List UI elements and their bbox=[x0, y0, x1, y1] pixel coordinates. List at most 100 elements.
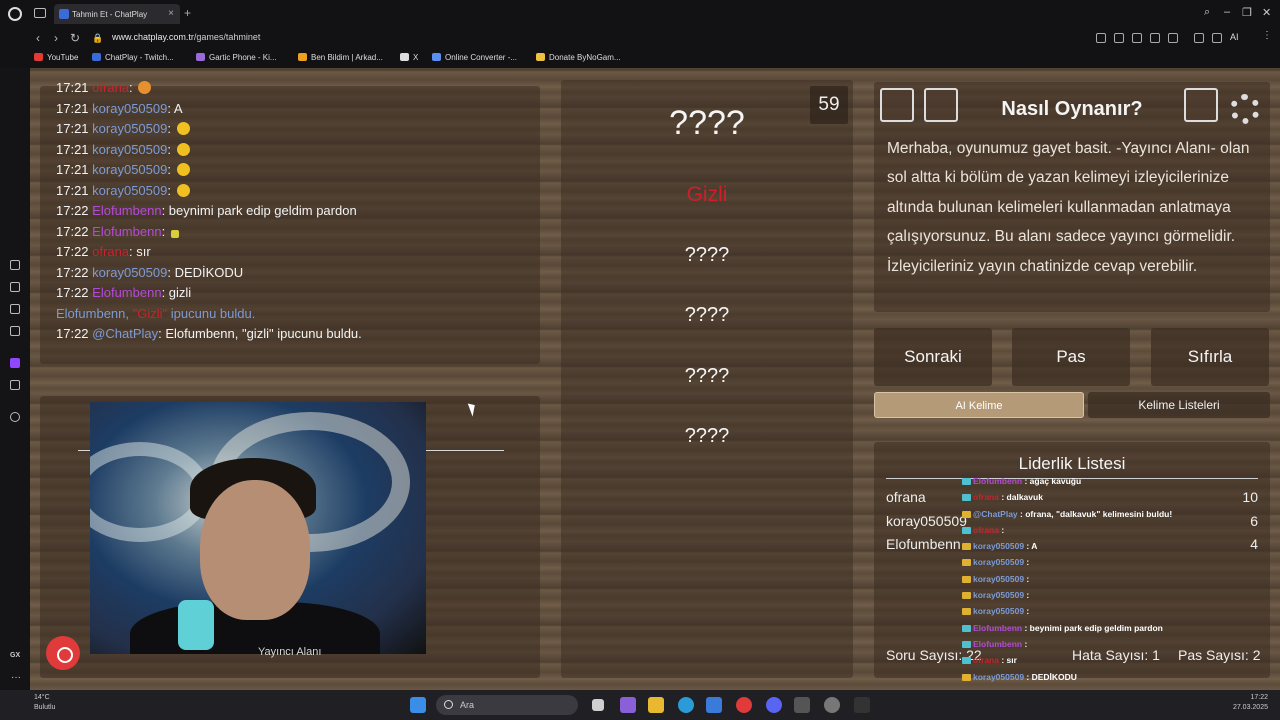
copilot-icon[interactable] bbox=[620, 697, 636, 713]
bookmark-benbildim[interactable]: Ben Bildim | Arkad... bbox=[298, 53, 383, 62]
badge-icon bbox=[962, 575, 971, 583]
chat-username[interactable]: koray050509 bbox=[92, 183, 167, 198]
browser-tab[interactable]: Tahmin Et - ChatPlay × bbox=[54, 4, 180, 24]
chat-time: 17:21 bbox=[56, 100, 89, 116]
reset-button[interactable]: Sıfırla bbox=[1151, 328, 1269, 386]
heart-icon[interactable] bbox=[1168, 33, 1178, 43]
chat-username[interactable]: koray050509 bbox=[92, 265, 167, 280]
bookmark-gartic[interactable]: Gartic Phone - Ki... bbox=[196, 53, 277, 62]
sidebar-refresh-icon[interactable] bbox=[10, 260, 20, 270]
task-view-icon[interactable] bbox=[592, 699, 604, 711]
next-button[interactable]: Sonraki bbox=[874, 328, 992, 386]
back-icon[interactable]: ‹ bbox=[36, 31, 40, 45]
overlay-username: @ChatPlay bbox=[973, 508, 1018, 519]
maximize-button[interactable]: ❐ bbox=[1242, 6, 1252, 19]
minimize-button[interactable]: – bbox=[1224, 6, 1230, 18]
chat-log: 17:21 ofrana: 17:21 koray050509: A 17:21 … bbox=[56, 80, 536, 360]
close-tab-icon[interactable]: × bbox=[168, 8, 174, 19]
overlay-chat-line: Elofumbenn : bbox=[962, 639, 1262, 655]
account-icon[interactable] bbox=[1212, 33, 1222, 43]
sidebar-messenger-icon[interactable] bbox=[10, 326, 20, 336]
fullscreen-icon[interactable] bbox=[880, 88, 914, 122]
overlay-message: : bbox=[1026, 573, 1030, 584]
tab-ai-word[interactable]: AI Kelime bbox=[874, 392, 1084, 418]
badge-icon bbox=[962, 478, 971, 485]
extension-icon[interactable] bbox=[1096, 33, 1106, 43]
gx-icon[interactable]: GX bbox=[10, 652, 20, 659]
bookmarks-bar: YouTube ChatPlay - Twitch... Gartic Phon… bbox=[0, 50, 1280, 68]
opera-gx-icon[interactable] bbox=[736, 697, 752, 713]
chat-time: 17:21 bbox=[56, 121, 89, 136]
player-name: koray050509 bbox=[886, 513, 967, 529]
badge-icon bbox=[962, 657, 971, 665]
sidebar-x-icon[interactable] bbox=[10, 380, 20, 390]
overlay-username: koray050509 bbox=[973, 606, 1025, 617]
chat-message: A bbox=[173, 100, 183, 116]
sidebar-code-icon[interactable] bbox=[10, 304, 20, 314]
chat-username[interactable]: @ChatPlay bbox=[92, 326, 158, 341]
shield-icon[interactable] bbox=[1132, 33, 1142, 43]
sidebar-twitch-icon[interactable] bbox=[10, 358, 20, 368]
chat-username[interactable]: koray050509 bbox=[92, 142, 167, 157]
new-tab-button[interactable]: + bbox=[184, 6, 191, 20]
url-field[interactable]: www.chatplay.com.tr/games/tahminet bbox=[112, 32, 260, 42]
gear-icon[interactable] bbox=[1230, 94, 1260, 124]
pass-button[interactable]: Pas bbox=[1012, 328, 1130, 386]
clock-date: 27.03.2025 bbox=[1232, 704, 1268, 711]
chat-line: 17:21 koray050509: A bbox=[56, 100, 183, 116]
weather-widget[interactable]: 14°C Bulutlu bbox=[34, 693, 55, 713]
badge-icon bbox=[962, 543, 971, 551]
sidebar-history-icon[interactable] bbox=[10, 412, 20, 422]
hint-word: "Gizli" bbox=[132, 305, 168, 321]
chat-username[interactable]: Elofumbenn bbox=[92, 285, 161, 300]
chat-time: 17:22 bbox=[56, 223, 89, 239]
bookmark-x[interactable]: X bbox=[400, 53, 418, 62]
bookmark-converter[interactable]: Online Converter -... bbox=[432, 53, 517, 62]
play-icon[interactable] bbox=[1150, 33, 1160, 43]
bookmark-chatplay[interactable]: ChatPlay - Twitch... bbox=[92, 53, 174, 62]
record-button[interactable] bbox=[46, 636, 80, 670]
app-icon[interactable] bbox=[794, 697, 810, 713]
opera-logo-icon[interactable] bbox=[8, 7, 22, 21]
chat-username[interactable]: ofrana bbox=[92, 244, 129, 259]
overlay-chat-line: Elofumbenn : ağaç kavuğu bbox=[962, 476, 1262, 492]
tab-word-lists[interactable]: Kelime Listeleri bbox=[1088, 392, 1270, 418]
document-icon[interactable] bbox=[924, 88, 958, 122]
sidebar-more-icon[interactable]: ··· bbox=[11, 672, 21, 683]
menu-dots-icon[interactable]: ⋮ bbox=[1262, 30, 1272, 41]
emote-icon bbox=[176, 183, 190, 197]
chat-username[interactable]: Elofumbenn bbox=[92, 203, 161, 218]
bookmark-donate[interactable]: Donate ByNoGam... bbox=[536, 53, 621, 62]
close-window-button[interactable]: ✕ bbox=[1262, 6, 1271, 19]
ai-button[interactable]: AI bbox=[1230, 32, 1239, 42]
edge-icon[interactable] bbox=[678, 697, 694, 713]
reload-icon[interactable]: ↻ bbox=[70, 31, 80, 45]
overlay-username: ofrana bbox=[973, 524, 999, 535]
windows-taskbar bbox=[0, 690, 1280, 720]
game-icon[interactable] bbox=[854, 697, 870, 713]
taskbar-clock[interactable]: 17:22 27.03.2025 bbox=[1233, 693, 1268, 713]
chat-username[interactable]: koray050509 bbox=[92, 121, 167, 136]
chat-username[interactable]: Elofumbenn bbox=[92, 224, 161, 239]
file-explorer-icon[interactable] bbox=[648, 697, 664, 713]
hidden-hint: ???? bbox=[684, 244, 730, 266]
discord-icon[interactable] bbox=[766, 697, 782, 713]
tab-word-lists-label: Kelime Listeleri bbox=[1138, 398, 1220, 412]
forward-icon[interactable]: › bbox=[54, 31, 58, 45]
taskbar-search[interactable]: Ara bbox=[436, 695, 578, 715]
chat-username[interactable]: koray050509 bbox=[92, 162, 167, 177]
badge-icon bbox=[962, 608, 971, 616]
bookmark-youtube[interactable]: YouTube bbox=[34, 53, 78, 62]
store-icon[interactable] bbox=[706, 697, 722, 713]
exit-icon[interactable] bbox=[1184, 88, 1218, 122]
extensions-puzzle-icon[interactable] bbox=[1194, 33, 1204, 43]
tab-overview-icon[interactable] bbox=[34, 8, 46, 18]
chat-username[interactable]: koray050509 bbox=[92, 101, 167, 116]
search-tabs-icon[interactable]: ⌕ bbox=[1204, 6, 1210, 19]
snapshot-icon[interactable] bbox=[1114, 33, 1124, 43]
sidebar-bag-icon[interactable] bbox=[10, 282, 20, 292]
chat-message: beynimi park edip geldim pardon bbox=[168, 203, 357, 218]
chat-username[interactable]: ofrana bbox=[92, 80, 129, 95]
obs-icon[interactable] bbox=[824, 697, 840, 713]
start-icon[interactable] bbox=[410, 697, 426, 713]
